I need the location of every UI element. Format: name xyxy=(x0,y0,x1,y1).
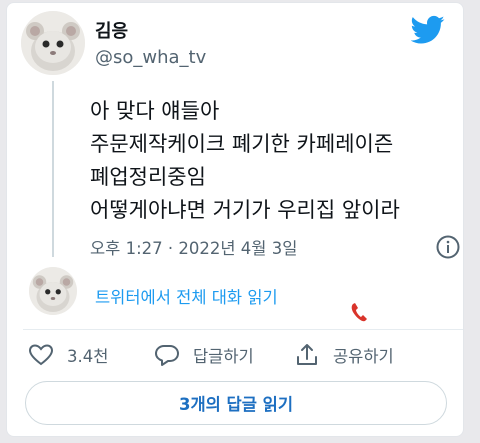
heart-icon xyxy=(28,344,54,366)
reply-bubble-icon xyxy=(155,345,179,366)
share-button[interactable]: 공유하기 xyxy=(293,341,394,369)
avatar[interactable] xyxy=(21,11,85,75)
user-handle[interactable]: @so_wha_tv xyxy=(95,47,206,68)
hamster-avatar-image xyxy=(21,11,85,75)
share-label: 공유하기 xyxy=(333,347,394,366)
tweet-card: 김응 @so_wha_tv 아 맞다 얘들아 주문제작케이크 폐기한 카페레이즌… xyxy=(6,2,464,437)
share-icon xyxy=(297,344,317,365)
twitter-bird-icon[interactable] xyxy=(411,15,445,45)
read-replies-button[interactable]: 3개의 답글 읽기 xyxy=(25,381,447,425)
like-button[interactable]: 3.4천 xyxy=(27,341,108,369)
divider xyxy=(23,329,463,330)
info-icon[interactable] xyxy=(435,234,461,260)
avatar-small[interactable] xyxy=(29,267,77,315)
thread-line xyxy=(52,81,54,257)
tweet-timestamp[interactable]: 오후 1:27 · 2022년 4월 3일 xyxy=(90,235,297,259)
tweet-text: 아 맞다 얘들아 주문제작케이크 폐기한 카페레이즌 폐업정리중임 어떻게아냐면… xyxy=(90,99,400,222)
like-count: 3.4천 xyxy=(67,347,109,366)
display-name[interactable]: 김응 xyxy=(95,17,128,43)
reply-label: 답글하기 xyxy=(193,347,254,366)
hamster-avatar-image xyxy=(29,267,77,315)
reply-button[interactable]: 답글하기 xyxy=(153,341,254,369)
phone-icon xyxy=(351,303,367,322)
read-conversation-link[interactable]: 트위터에서 전체 대화 읽기 xyxy=(95,284,278,308)
